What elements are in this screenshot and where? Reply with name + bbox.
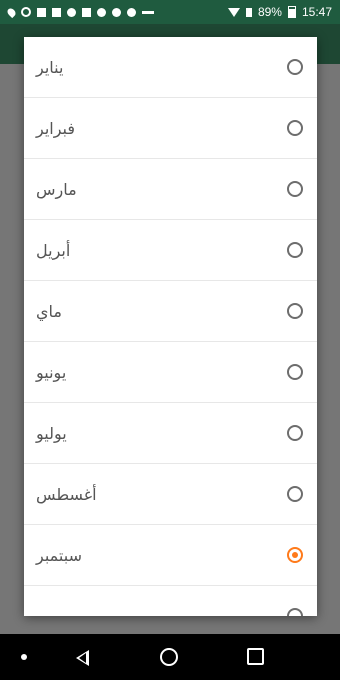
option-label: أبريل [36, 241, 71, 260]
signal-icon [245, 7, 252, 17]
month-option-partial[interactable] [24, 586, 317, 616]
navigation-bar [0, 634, 340, 680]
month-option[interactable]: يوليو [24, 403, 317, 464]
home-icon[interactable] [160, 648, 178, 666]
option-label: مارس [36, 180, 77, 199]
location-icon [5, 6, 18, 18]
radio-unchecked-icon[interactable] [287, 59, 303, 75]
wifi-icon [227, 7, 240, 17]
radio-unchecked-icon[interactable] [287, 425, 303, 441]
radio-unchecked-icon[interactable] [287, 608, 303, 616]
month-option[interactable]: أبريل [24, 220, 317, 281]
month-option[interactable]: أغسطس [24, 464, 317, 525]
radio-unchecked-icon[interactable] [287, 486, 303, 502]
square-icon [52, 7, 61, 17]
month-option[interactable]: يونيو [24, 342, 317, 403]
option-label: ماي [36, 302, 62, 321]
back-icon[interactable] [76, 650, 89, 666]
system-status: 89% 15:47 [227, 5, 332, 19]
month-option[interactable]: يناير [24, 37, 317, 98]
radio-unchecked-icon[interactable] [287, 303, 303, 319]
month-option[interactable]: ماي [24, 281, 317, 342]
radio-unchecked-icon[interactable] [287, 181, 303, 197]
chat-icon [127, 7, 136, 17]
option-label: يونيو [36, 363, 67, 382]
month-option[interactable]: مارس [24, 159, 317, 220]
image-icon [37, 7, 46, 17]
chat-icon [112, 7, 121, 17]
battery-percent: 89% [257, 5, 282, 19]
option-label: يناير [36, 58, 64, 77]
month-option[interactable]: سبتمبر [24, 525, 317, 586]
status-bar: 89% 15:47 [0, 0, 340, 24]
option-label: فبراير [36, 119, 76, 138]
circle-icon [67, 7, 76, 17]
blocked-icon [21, 7, 31, 17]
music-icon [97, 7, 106, 17]
radio-unchecked-icon[interactable] [287, 364, 303, 380]
dot-icon[interactable] [21, 654, 27, 660]
radio-checked-icon[interactable] [287, 547, 303, 563]
recents-icon[interactable] [247, 648, 264, 665]
option-label: يوليو [36, 424, 67, 443]
radio-unchecked-icon[interactable] [287, 242, 303, 258]
calendar-icon [82, 7, 91, 17]
month-picker-dialog: يناير فبراير مارس أبريل ماي يونيو يوليو أغسطس سب… [24, 37, 317, 616]
more-icon [142, 10, 154, 14]
option-label: أغسطس [36, 485, 97, 504]
screen: 89% 15:47 يناير فبراير مارس أبريل ماي يونيو يو… [0, 0, 340, 680]
radio-unchecked-icon[interactable] [287, 120, 303, 136]
notification-icons [5, 6, 154, 18]
option-label: سبتمبر [36, 546, 82, 565]
clock: 15:47 [301, 5, 332, 19]
battery-icon [287, 6, 296, 18]
month-option[interactable]: فبراير [24, 98, 317, 159]
